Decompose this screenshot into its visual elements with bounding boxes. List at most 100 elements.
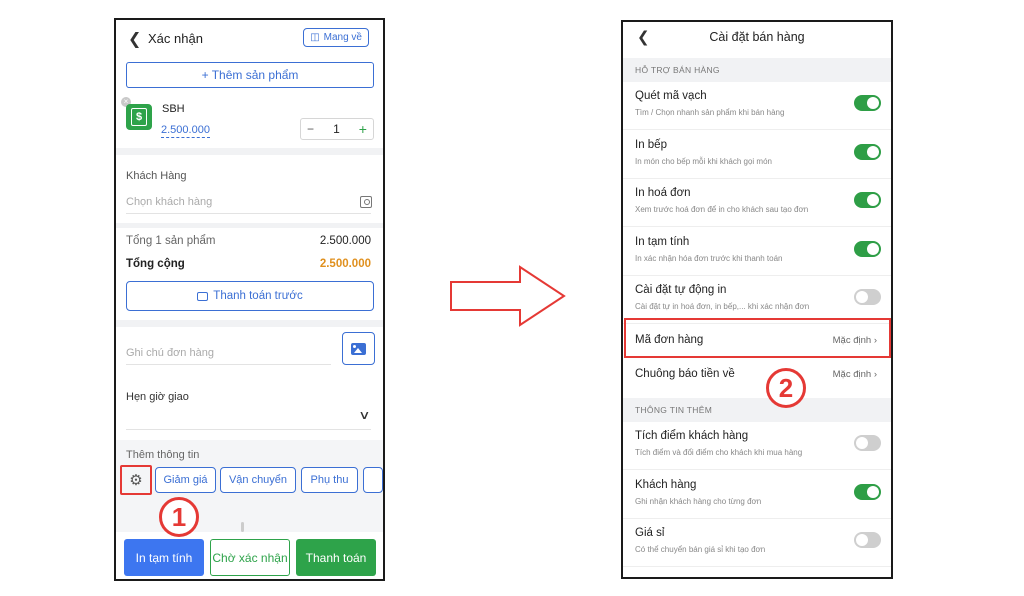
step-1-marker: 1 — [159, 497, 199, 537]
tutorial-image: ❮ Xác nhận ◫ Mang về + Thêm sản phẩm × $… — [0, 0, 1024, 596]
extra-info-label: Thêm thông tin — [126, 449, 200, 461]
minus-icon[interactable]: − — [307, 122, 314, 136]
surcharge-chip[interactable]: Phụ thu — [301, 467, 358, 493]
setting-description: In món cho bếp mỗi khi khách gọi món — [635, 156, 772, 166]
note-input[interactable]: Ghi chú đơn hàng — [126, 347, 214, 359]
quantity-value: 1 — [333, 122, 340, 136]
order-confirm-screen: ❮ Xác nhận ◫ Mang về + Thêm sản phẩm × $… — [114, 18, 385, 581]
divider — [116, 148, 383, 155]
takeaway-button[interactable]: ◫ Mang về — [303, 28, 369, 47]
toggle-knob — [867, 145, 879, 158]
plus-icon[interactable]: + — [359, 121, 367, 137]
quantity-stepper[interactable]: − 1 + — [300, 118, 374, 140]
divider — [126, 364, 331, 365]
product-name: SBH — [162, 103, 185, 115]
setting-description: Tích điểm và đổi điểm cho khách khi mua … — [635, 448, 803, 457]
print-temp-button[interactable]: In tạm tính — [124, 539, 204, 576]
page-title: Cài đặt bán hàng — [709, 30, 805, 44]
grand-total-label: Tổng cộng — [126, 258, 185, 270]
arrow-right-icon — [450, 265, 566, 327]
setting-description: In xác nhận hóa đơn trước khi thanh toán — [635, 253, 783, 263]
toggle-knob — [867, 97, 879, 109]
setting-row: Quét mã vạch Tìm / Chọn nhanh sản phẩm kh… — [623, 82, 891, 130]
setting-description: Tìm / Chọn nhanh sản phẩm khi bán hàng — [635, 108, 785, 117]
add-product-button[interactable]: + Thêm sản phẩm — [126, 62, 374, 88]
setting-description: Xem trước hoá đơn để in cho khách sau tạ… — [635, 205, 809, 214]
toggle-knob — [856, 291, 868, 303]
payment-bell-value: Mặc định › — [832, 369, 877, 380]
setting-title: Giá sỉ — [635, 527, 665, 539]
sales-settings-screen: ❮ Cài đặt bán hàng HỖ TRỢ BÁN HÀNG Quét … — [621, 20, 893, 579]
prepay-button[interactable]: Thanh toán trước — [126, 281, 374, 311]
setting-title: Quét mã vạch — [635, 90, 707, 102]
setting-title: Cài đặt tự động in — [635, 284, 727, 296]
section-header: HỖ TRỢ BÁN HÀNG — [623, 58, 891, 82]
toggle-knob — [856, 437, 868, 449]
toggle-switch[interactable] — [854, 240, 881, 257]
page-title: Xác nhận — [148, 31, 203, 46]
items-total-value: 2.500.000 — [319, 235, 371, 247]
divider — [116, 320, 383, 327]
toggle-knob — [867, 485, 879, 498]
setting-title: In tạm tính — [635, 235, 690, 248]
divider — [116, 223, 383, 228]
order-code-highlight — [624, 318, 891, 358]
setting-title: In hoá đơn — [635, 187, 691, 199]
grand-total-row: Tổng cộng 2.500.000 — [126, 258, 371, 270]
payment-bell-title: Chuông báo tiền về — [635, 368, 735, 380]
discount-chip[interactable]: Giảm giá — [155, 467, 216, 493]
toggle-knob — [867, 242, 879, 255]
toggle-switch[interactable] — [854, 483, 881, 500]
setting-description: Ghi nhận khách hàng cho từng đơn — [635, 496, 762, 506]
contact-icon[interactable] — [360, 196, 372, 208]
divider — [126, 213, 371, 214]
toggle-switch[interactable] — [854, 532, 881, 548]
scroll-handle — [241, 522, 244, 532]
toggle-switch[interactable] — [854, 192, 881, 208]
more-chip[interactable] — [363, 467, 383, 493]
setting-row: Tích điểm khách hàng Tích điểm và đổi điể… — [623, 422, 891, 470]
prepay-label: Thanh toán trước — [213, 290, 303, 302]
product-icon: $ — [126, 104, 152, 130]
setting-row: In tạm tính In xác nhận hóa đơn trước khi… — [623, 227, 891, 276]
chevron-down-icon[interactable]: ∨ — [358, 408, 370, 422]
await-confirm-button[interactable]: Chờ xác nhận — [210, 539, 290, 576]
attach-image-button[interactable] — [342, 332, 375, 365]
payment-bell-row[interactable]: Chuông báo tiền về Mặc định › — [623, 358, 891, 392]
toggle-knob — [867, 194, 879, 206]
pay-button[interactable]: Thanh toán — [296, 539, 376, 576]
takeaway-label: Mang về — [323, 32, 362, 43]
dollar-icon: $ — [131, 108, 147, 126]
setting-title: In bếp — [635, 138, 667, 151]
setting-description: Cài đặt tự in hoá đơn, in bếp,... khi xá… — [635, 302, 810, 311]
add-product-label: + Thêm sản phẩm — [201, 68, 299, 82]
items-total-row: Tổng 1 sản phẩm 2.500.000 — [126, 235, 371, 247]
step-2-marker: 2 — [766, 368, 806, 408]
divider — [126, 429, 371, 430]
setting-title: Khách hàng — [635, 478, 697, 491]
delivery-label: Hẹn giờ giao — [126, 391, 189, 403]
setting-row: In bếp In món cho bếp mỗi khi khách gọi m… — [623, 130, 891, 179]
gear-icon[interactable]: ⚙ — [120, 465, 152, 495]
setting-row: In hoá đơn Xem trước hoá đơn để in cho kh… — [623, 179, 891, 227]
shipping-chip[interactable]: Vận chuyển — [220, 467, 296, 493]
toggle-knob — [856, 534, 868, 546]
grand-total-value: 2.500.000 — [319, 258, 371, 270]
items-total-label: Tổng 1 sản phẩm — [126, 235, 216, 247]
toggle-switch[interactable] — [854, 95, 881, 111]
wallet-icon — [197, 291, 209, 301]
setting-row: Giá sỉ Có thể chuyển bán giá sỉ khi tạo đ… — [623, 519, 891, 567]
setting-title: Tích điểm khách hàng — [635, 430, 749, 442]
header: ❮ Xác nhận ◫ Mang về — [116, 20, 383, 56]
back-icon[interactable]: ❮ — [128, 29, 141, 49]
product-price[interactable]: 2.500.000 — [161, 124, 210, 138]
customer-input[interactable]: Chọn khách hàng — [126, 196, 212, 208]
toggle-switch[interactable] — [854, 435, 881, 451]
toggle-switch[interactable] — [854, 143, 881, 160]
image-icon — [351, 342, 366, 355]
section-header: THÔNG TIN THÊM — [623, 398, 891, 422]
setting-row: Khách hàng Ghi nhận khách hàng cho từng đ… — [623, 470, 891, 519]
toggle-switch[interactable] — [854, 289, 881, 305]
setting-row: Cài đặt tự động in Cài đặt tự in hoá đơn,… — [623, 276, 891, 324]
customer-label: Khách Hàng — [126, 170, 187, 182]
